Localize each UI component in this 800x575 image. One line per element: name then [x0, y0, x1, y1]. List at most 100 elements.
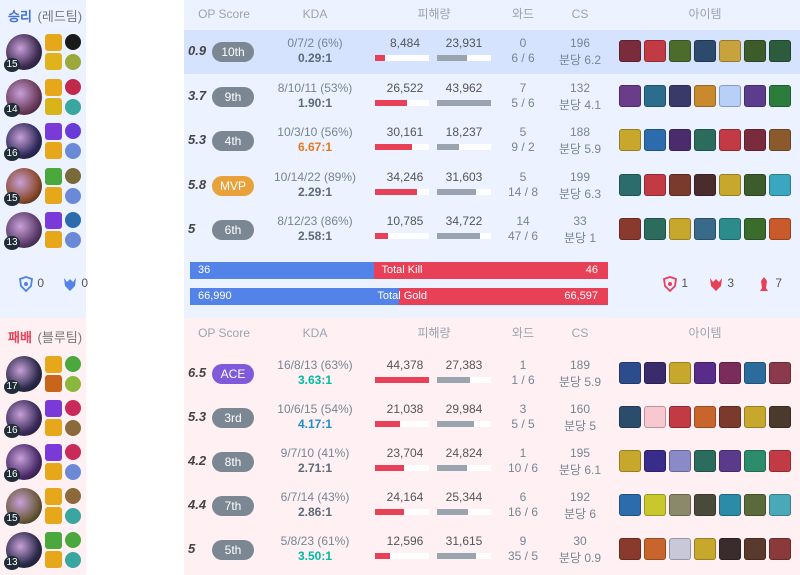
item-slot-4[interactable]	[694, 84, 716, 107]
summoner-spell-1[interactable]	[45, 356, 62, 373]
item-slot-7[interactable]	[769, 450, 791, 472]
item-slot-4[interactable]	[694, 362, 716, 384]
item-slot-3[interactable]	[669, 494, 691, 516]
item-slot-2[interactable]	[644, 84, 666, 107]
item-slot-5[interactable]	[719, 406, 741, 428]
summoner-spell-2[interactable]	[45, 419, 62, 436]
item-slot-5[interactable]	[719, 538, 741, 560]
summoner-spell-1[interactable]	[45, 212, 62, 229]
item-slot-6[interactable]	[744, 494, 766, 516]
rune-primary[interactable]	[65, 356, 81, 372]
player-row[interactable]: 13 5 6th 8/12/23 (86%) 2.58:1 10,785 34,722 14 4…	[0, 208, 800, 252]
item-slot-7[interactable]	[769, 538, 791, 560]
rune-secondary[interactable]	[65, 54, 81, 70]
item-slot-5[interactable]	[719, 494, 741, 516]
item-slot-5[interactable]	[719, 450, 741, 472]
rune-secondary[interactable]	[65, 420, 81, 436]
rune-secondary[interactable]	[65, 143, 81, 159]
item-slot-1[interactable]	[619, 84, 641, 107]
item-slot-7[interactable]	[769, 129, 791, 151]
item-slot-2[interactable]	[644, 173, 666, 196]
summoner-spell-2[interactable]	[45, 463, 62, 480]
player-row[interactable]: 13 5 5th 5/8/23 (61%) 3.50:1 12,596 31,615 9 35 …	[0, 528, 800, 572]
summoner-spell-1[interactable]	[45, 167, 62, 185]
summoner-spell-1[interactable]	[45, 78, 62, 96]
item-slot-1[interactable]	[619, 173, 641, 196]
summoner-spell-1[interactable]	[45, 532, 62, 549]
item-slot-3[interactable]	[669, 129, 691, 151]
rune-primary[interactable]	[65, 34, 81, 50]
player-row[interactable]: 15 4.4 7th 6/7/14 (43%) 2.86:1 24,164 25,344 6 1…	[0, 484, 800, 528]
rune-primary[interactable]	[65, 78, 81, 95]
item-slot-6[interactable]	[744, 450, 766, 472]
player-row[interactable]: 17 6.5 ACE 16/8/13 (63%) 3.63:1 44,378 27,383 1…	[0, 352, 800, 396]
item-slot-5[interactable]	[719, 173, 741, 196]
item-slot-1[interactable]	[619, 362, 641, 384]
item-slot-7[interactable]	[769, 40, 791, 62]
item-slot-6[interactable]	[744, 84, 766, 107]
item-slot-5[interactable]	[719, 129, 741, 151]
rune-secondary[interactable]	[65, 232, 81, 248]
item-slot-1[interactable]	[619, 450, 641, 472]
summoner-spell-2[interactable]	[45, 97, 62, 115]
rune-secondary[interactable]	[65, 464, 81, 480]
player-row[interactable]: 15 0.9 10th 0/7/2 (6%) 0.29:1 8,484 23,931 0 6 /…	[0, 30, 800, 74]
item-slot-7[interactable]	[769, 362, 791, 384]
summoner-spell-2[interactable]	[45, 142, 62, 159]
item-slot-6[interactable]	[744, 173, 766, 196]
item-slot-4[interactable]	[694, 538, 716, 560]
item-slot-3[interactable]	[669, 218, 691, 240]
summoner-spell-2[interactable]	[45, 53, 62, 70]
player-row[interactable]: 16 5.3 3rd 10/6/15 (54%) 4.17:1 21,038 29,984 3…	[0, 396, 800, 440]
item-slot-2[interactable]	[644, 362, 666, 384]
rune-secondary[interactable]	[65, 552, 81, 568]
item-slot-5[interactable]	[719, 218, 741, 240]
summoner-spell-1[interactable]	[45, 123, 62, 140]
rune-secondary[interactable]	[65, 508, 81, 524]
item-slot-5[interactable]	[719, 40, 741, 62]
item-slot-2[interactable]	[644, 129, 666, 151]
summoner-spell-1[interactable]	[45, 488, 62, 505]
item-slot-1[interactable]	[619, 406, 641, 428]
item-slot-4[interactable]	[694, 406, 716, 428]
rune-secondary[interactable]	[65, 376, 81, 392]
summoner-spell-2[interactable]	[45, 231, 62, 248]
summoner-spell-2[interactable]	[45, 551, 62, 568]
rune-primary[interactable]	[65, 488, 81, 504]
item-slot-4[interactable]	[694, 173, 716, 196]
item-slot-2[interactable]	[644, 538, 666, 560]
item-slot-3[interactable]	[669, 406, 691, 428]
item-slot-2[interactable]	[644, 406, 666, 428]
item-slot-4[interactable]	[694, 218, 716, 240]
item-slot-3[interactable]	[669, 362, 691, 384]
item-slot-3[interactable]	[669, 40, 691, 62]
item-slot-1[interactable]	[619, 494, 641, 516]
rune-primary[interactable]	[65, 444, 81, 460]
item-slot-4[interactable]	[694, 494, 716, 516]
item-slot-6[interactable]	[744, 538, 766, 560]
rune-primary[interactable]	[65, 400, 81, 416]
item-slot-3[interactable]	[669, 538, 691, 560]
item-slot-6[interactable]	[744, 406, 766, 428]
item-slot-1[interactable]	[619, 538, 641, 560]
item-slot-6[interactable]	[744, 218, 766, 240]
summoner-spell-1[interactable]	[45, 34, 62, 51]
player-row[interactable]: 15 5.8 MVP 10/14/22 (89%) 2.29:1 34,246 31,603…	[0, 163, 800, 208]
item-slot-6[interactable]	[744, 362, 766, 384]
summoner-spell-2[interactable]	[45, 375, 62, 392]
item-slot-2[interactable]	[644, 450, 666, 472]
item-slot-1[interactable]	[619, 40, 641, 62]
rune-primary[interactable]	[65, 123, 81, 139]
summoner-spell-1[interactable]	[45, 444, 62, 461]
item-slot-2[interactable]	[644, 494, 666, 516]
item-slot-5[interactable]	[719, 362, 741, 384]
rune-secondary[interactable]	[65, 98, 81, 115]
player-row[interactable]: 16 4.2 8th 9/7/10 (41%) 2.71:1 23,704 24,824 1 1…	[0, 440, 800, 484]
item-slot-3[interactable]	[669, 450, 691, 472]
rune-primary[interactable]	[65, 212, 81, 228]
item-slot-5[interactable]	[719, 84, 741, 107]
item-slot-3[interactable]	[669, 173, 691, 196]
rune-primary[interactable]	[65, 532, 81, 548]
item-slot-7[interactable]	[769, 494, 791, 516]
item-slot-7[interactable]	[769, 406, 791, 428]
